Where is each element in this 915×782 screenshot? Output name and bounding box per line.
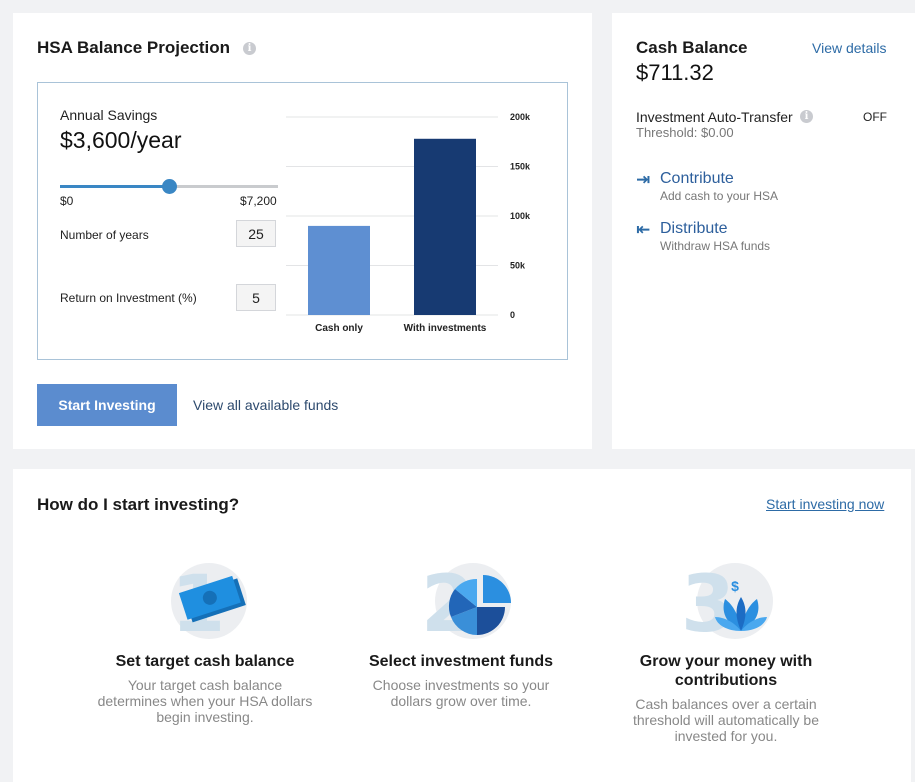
y-tick-label: 200k — [510, 112, 531, 122]
bar — [414, 138, 476, 315]
svg-text:$: $ — [731, 578, 739, 594]
annual-savings-label: Annual Savings — [60, 107, 158, 123]
x-category-label: Cash only — [315, 323, 363, 334]
y-tick-label: 100k — [510, 211, 531, 221]
step-2-description: Choose investments so your dollars grow … — [372, 677, 550, 709]
y-tick-label: 50k — [510, 261, 526, 271]
arrow-left-from-bar-icon: ⇤ — [636, 220, 651, 240]
growing-plant-illustration-icon: 3 $ — [681, 561, 773, 641]
slider-fill — [60, 185, 169, 188]
pie-chart-illustration-icon: 2 — [421, 561, 511, 641]
arrow-right-to-bar-icon: ⇥ — [636, 170, 651, 190]
step-3: Grow your money with contributions Cash … — [616, 652, 836, 744]
slider-min-label: $0 — [60, 194, 74, 208]
annual-savings-value: $3,600/year — [60, 127, 182, 153]
distribute-title[interactable]: Distribute — [660, 220, 728, 238]
slider-max-label: $7,200 — [240, 194, 277, 208]
start-investing-button[interactable]: Start Investing — [37, 384, 177, 426]
bar — [308, 225, 370, 315]
slider-thumb[interactable] — [162, 179, 177, 194]
cash-amount: $711.32 — [636, 60, 714, 85]
annual-savings-slider[interactable] — [60, 179, 278, 194]
step-2: Select investment funds Choose investmen… — [351, 652, 571, 709]
step-1-title: Set target cash balance — [115, 653, 295, 670]
hsa-projection-card: HSA Balance Projection i Annual Savings … — [13, 13, 592, 449]
projection-title: HSA Balance Projection — [37, 38, 231, 57]
info-icon[interactable]: i — [243, 42, 256, 55]
money-illustration-icon: 1 — [171, 561, 247, 641]
auto-transfer-label: Investment Auto-Transfer — [636, 109, 793, 125]
distribute-subtitle: Withdraw HSA funds — [660, 239, 771, 253]
y-tick-label: 150k — [510, 162, 531, 172]
years-input[interactable]: 25 — [236, 220, 276, 247]
contribute-subtitle: Add cash to your HSA — [660, 189, 779, 203]
roi-label: Return on Investment (%) — [60, 291, 197, 305]
auto-transfer-status[interactable]: OFF — [863, 110, 887, 124]
contribute-title[interactable]: Contribute — [660, 170, 734, 188]
step-2-title: Select investment funds — [368, 653, 554, 670]
view-details-link[interactable]: View details — [812, 40, 886, 56]
step-1-description: Your target cash balance determines when… — [97, 677, 313, 725]
roi-input[interactable]: 5 — [236, 284, 276, 311]
step-3-description: Cash balances over a certain threshold w… — [633, 696, 819, 744]
step-3-title: Grow your money with contributions — [639, 653, 813, 689]
view-funds-link[interactable]: View all available funds — [193, 397, 338, 413]
cash-balance-card: Cash Balance View details $711.32 Invest… — [612, 13, 915, 449]
x-category-label: With investments — [404, 323, 487, 334]
start-investing-now-link[interactable]: Start investing now — [766, 496, 884, 512]
projection-panel: Annual Savings $3,600/year $0 $7,200 Num… — [37, 82, 568, 360]
step-1: Set target cash balance Your target cash… — [95, 652, 315, 725]
y-tick-label: 0 — [510, 310, 515, 320]
cash-title: Cash Balance — [636, 38, 748, 57]
years-label: Number of years — [60, 228, 149, 242]
how-to-invest-card: How do I start investing? Start investin… — [13, 469, 911, 782]
info-icon[interactable]: i — [800, 110, 813, 123]
howto-title: How do I start investing? — [37, 495, 240, 514]
projection-chart: 0 50k 100k 150k 200k Cash only With investment… — [286, 112, 531, 334]
threshold-text: Threshold: $0.00 — [636, 125, 734, 140]
